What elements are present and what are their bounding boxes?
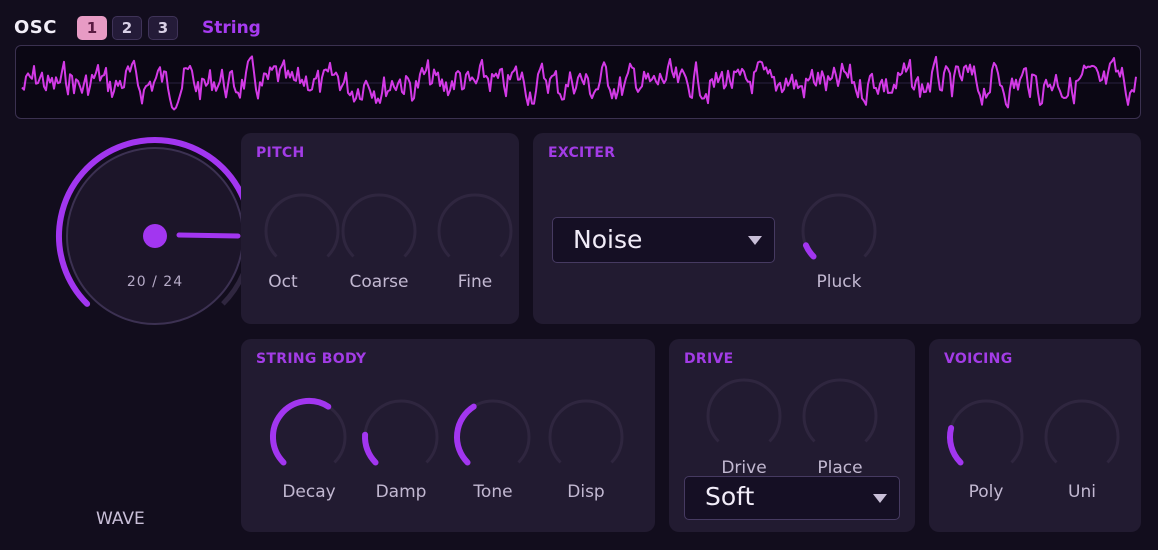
waveform-plot (21, 55, 1137, 111)
oct-knob-label: Oct (268, 272, 298, 292)
poly-knob[interactable] (944, 395, 1028, 479)
disp-knob[interactable] (544, 395, 628, 479)
damp-knob[interactable] (359, 395, 443, 479)
drive-panel-title: DRIVE (684, 351, 734, 367)
voicing-panel-title: VOICING (944, 351, 1013, 367)
osc-title: OSC (14, 17, 57, 38)
knob-value-arc (947, 425, 964, 466)
knob-track (802, 378, 878, 443)
knob-track (437, 193, 513, 258)
uni-knob-label: Uni (1068, 482, 1096, 502)
coarse-knob[interactable] (337, 189, 421, 273)
exciter-panel-title: EXCITER (548, 145, 616, 161)
pluck-knob-label: Pluck (816, 272, 862, 292)
wave-knob-label: WAVE (96, 509, 145, 529)
decay-knob[interactable] (267, 395, 351, 479)
knob-track (948, 399, 1024, 464)
decay-knob-label: Decay (282, 482, 336, 502)
pluck-knob[interactable] (797, 189, 881, 273)
coarse-knob-label: Coarse (349, 272, 409, 292)
pitch-panel: PITCH Oct Coarse Fine (241, 133, 519, 324)
knob-value-arc (802, 242, 817, 260)
string-body-panel-title: STRING BODY (256, 351, 367, 367)
knob-value-arc (362, 431, 379, 466)
knob-track (264, 193, 340, 258)
osc-tab-2[interactable]: 2 (112, 16, 142, 40)
place-knob[interactable] (798, 374, 882, 458)
oct-knob[interactable] (260, 189, 344, 273)
knob-track (548, 399, 624, 464)
knob-track (363, 399, 439, 464)
string-body-panel: STRING BODY Decay Damp Tone Disp (241, 339, 655, 532)
voicing-panel: VOICING Poly Uni (929, 339, 1141, 532)
chevron-down-icon (748, 236, 762, 245)
uni-knob[interactable] (1040, 395, 1124, 479)
pitch-panel-title: PITCH (256, 145, 305, 161)
place-knob-label: Place (817, 458, 863, 478)
wave-knob-readout: 20 / 24 (126, 274, 184, 290)
tone-knob[interactable] (451, 395, 535, 479)
drive-mode-dropdown[interactable]: Soft (684, 476, 900, 520)
poly-knob-label: Poly (968, 482, 1004, 502)
knob-track (341, 193, 417, 258)
osc-tab-1[interactable]: 1 (77, 16, 107, 40)
exciter-type-dropdown[interactable]: Noise (552, 217, 775, 263)
osc-tab-3[interactable]: 3 (148, 16, 178, 40)
knob-track (801, 193, 877, 258)
knob-track (1044, 399, 1120, 464)
wave-knob[interactable] (50, 132, 260, 332)
wave-knob-pointer (176, 232, 241, 239)
osc-type-label[interactable]: String (202, 18, 261, 38)
knob-track (706, 378, 782, 443)
fine-knob-label: Fine (457, 272, 493, 292)
damp-knob-label: Damp (375, 482, 427, 502)
exciter-panel: EXCITER Noise Pluck (533, 133, 1141, 324)
fine-knob[interactable] (433, 189, 517, 273)
drive-knob-label: Drive (721, 458, 767, 478)
drive-mode-value: Soft (705, 482, 755, 511)
knob-value-arc (269, 397, 332, 466)
exciter-type-value: Noise (573, 225, 643, 254)
waveform-display (15, 45, 1141, 119)
chevron-down-icon (873, 494, 887, 503)
drive-panel: DRIVE Drive Place Soft (669, 339, 915, 532)
drive-knob[interactable] (702, 374, 786, 458)
tone-knob-label: Tone (473, 482, 513, 502)
knob-value-arc (454, 403, 477, 466)
disp-knob-label: Disp (567, 482, 605, 502)
wave-knob-center-dot (143, 224, 167, 248)
